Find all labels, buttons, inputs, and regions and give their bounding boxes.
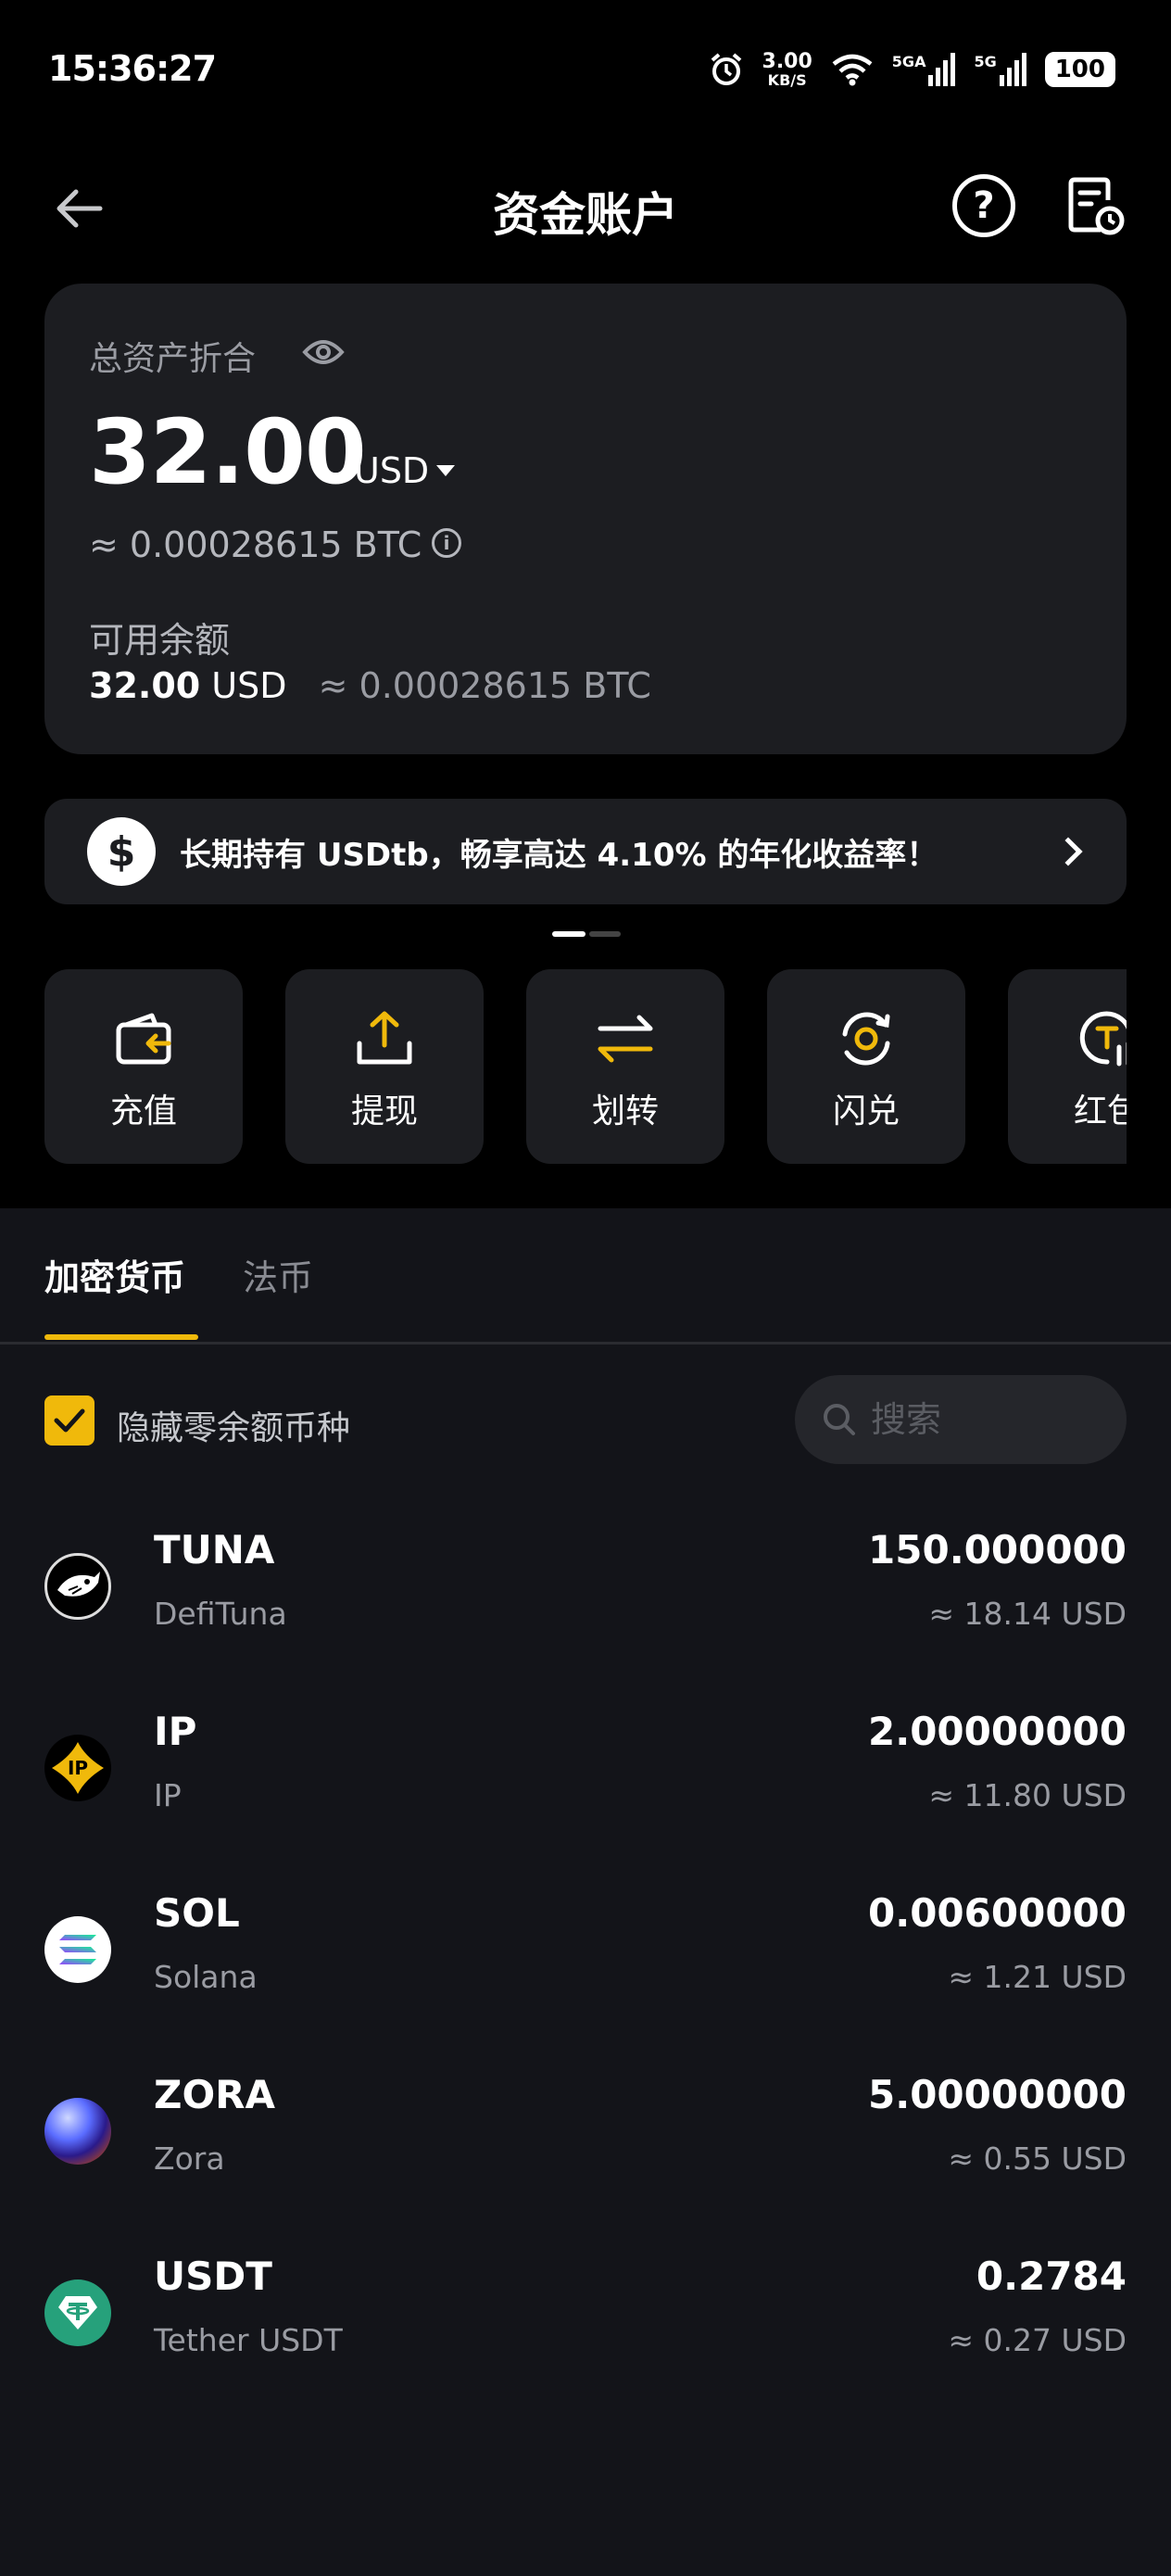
- history-button[interactable]: [1064, 174, 1127, 237]
- net-speed: 3.00 KB/S: [762, 49, 812, 89]
- available-balance: 32.00 USD ≈ 0.00028615 BTC: [89, 665, 651, 706]
- total-assets-label: 总资产折合: [89, 340, 257, 378]
- currency-select[interactable]: USD: [354, 450, 456, 491]
- promo-text: 长期持有 USDtb，畅享高达 4.10% 的年化收益率！: [180, 836, 938, 874]
- search-icon: [824, 1404, 855, 1435]
- asset-row-sol[interactable]: SOL Solana 0.00600000 ≈ 1.21 USD: [0, 1890, 1171, 2072]
- signal-5ga-icon: 5GA: [892, 53, 956, 86]
- asset-usd-value: ≈ 0.27 USD: [948, 2322, 1127, 2358]
- status-time: 15:36:27: [48, 48, 217, 89]
- red-packet-label: 红包: [1073, 1092, 1127, 1130]
- asset-usd-value: ≈ 11.80 USD: [928, 1777, 1127, 1813]
- transfer-label: 划转: [591, 1092, 659, 1130]
- deposit-label: 充值: [109, 1092, 177, 1130]
- info-icon[interactable]: i: [432, 528, 461, 558]
- red-packet-icon: [1079, 1011, 1127, 1067]
- convert-icon: [842, 1012, 890, 1066]
- asset-name: Tether USDT: [154, 2322, 343, 2358]
- asset-symbol: USDT: [154, 2254, 272, 2299]
- asset-row-zora[interactable]: ZORA Zora 5.00000000 ≈ 0.55 USD: [0, 2072, 1171, 2254]
- eye-icon[interactable]: [302, 335, 345, 369]
- tether-logo-icon: [44, 2279, 111, 2346]
- asset-amount: 0.2784: [976, 2254, 1127, 2299]
- currency-label: USD: [354, 450, 430, 491]
- asset-amount: 150.000000: [868, 1527, 1127, 1572]
- caret-down-icon: [436, 465, 456, 476]
- asset-amount: 5.00000000: [868, 2072, 1127, 2117]
- battery-icon: 100: [1044, 52, 1115, 87]
- search-input[interactable]: [871, 1399, 1102, 1440]
- search-box[interactable]: [795, 1375, 1127, 1464]
- asset-name: IP: [154, 1777, 182, 1813]
- svg-text:IP: IP: [68, 1757, 88, 1779]
- record-clock-icon: [1068, 177, 1125, 235]
- withdraw-label: 提现: [350, 1092, 418, 1130]
- red-packet-button[interactable]: 红包: [1008, 969, 1127, 1164]
- chevron-right-icon: [1053, 837, 1083, 866]
- ip-logo-icon: IP: [44, 1735, 111, 1801]
- help-button[interactable]: ?: [952, 174, 1015, 237]
- asset-symbol: ZORA: [154, 2072, 276, 2117]
- withdraw-button[interactable]: 提现: [285, 969, 484, 1164]
- alarm-icon: [711, 53, 741, 85]
- quick-actions: 充值 提现 划转 闪兑 红包: [44, 969, 1127, 1164]
- promo-banner[interactable]: $ 长期持有 USDtb，畅享高达 4.10% 的年化收益率！: [44, 799, 1127, 904]
- asset-amount: 0.00600000: [868, 1890, 1127, 1936]
- hide-zero-label: 隐藏零余额币种: [117, 1409, 351, 1447]
- zora-logo-icon: [44, 2098, 111, 2165]
- question-icon: ?: [973, 184, 995, 227]
- active-tab-indicator: [44, 1334, 198, 1340]
- hide-zero-checkbox[interactable]: [44, 1395, 94, 1446]
- asset-usd-value: ≈ 18.14 USD: [928, 1596, 1127, 1632]
- solana-logo-icon: [44, 1916, 111, 1983]
- total-balance: 32.00: [89, 400, 367, 504]
- divider: [0, 1342, 1171, 1345]
- asset-row-usdt[interactable]: USDT Tether USDT 0.2784 ≈ 0.27 USD: [0, 2254, 1171, 2435]
- available-balance-label: 可用余额: [89, 620, 231, 661]
- deposit-icon: [116, 1013, 171, 1065]
- asset-row-tuna[interactable]: TUNA DefiTuna 150.000000 ≈ 18.14 USD: [0, 1527, 1171, 1709]
- withdraw-icon: [357, 1011, 412, 1065]
- asset-usd-value: ≈ 1.21 USD: [948, 1959, 1127, 1995]
- asset-name: Zora: [154, 2140, 225, 2177]
- dollar-coin-icon: $: [87, 817, 156, 886]
- tab-fiat[interactable]: 法币: [243, 1249, 313, 1300]
- asset-name: Solana: [154, 1959, 258, 1995]
- btc-equivalent: ≈ 0.00028615 BTC: [89, 524, 422, 565]
- transfer-button[interactable]: 划转: [526, 969, 724, 1164]
- tab-crypto[interactable]: 加密货币: [44, 1249, 185, 1300]
- signal-5g-icon: 5G: [974, 53, 1026, 86]
- asset-usd-value: ≈ 0.55 USD: [948, 2140, 1127, 2177]
- wifi-icon: [832, 54, 873, 86]
- carousel-indicator: [552, 931, 621, 937]
- deposit-button[interactable]: 充值: [44, 969, 243, 1164]
- asset-amount: 2.00000000: [868, 1709, 1127, 1754]
- check-icon: [54, 1408, 85, 1433]
- tuna-logo-icon: [44, 1553, 111, 1620]
- convert-button[interactable]: 闪兑: [767, 969, 965, 1164]
- asset-name: DefiTuna: [154, 1596, 287, 1632]
- convert-label: 闪兑: [832, 1092, 900, 1130]
- asset-symbol: TUNA: [154, 1527, 275, 1572]
- asset-symbol: IP: [154, 1709, 197, 1754]
- asset-symbol: SOL: [154, 1890, 240, 1936]
- status-icons: 3.00 KB/S 5GA 5G 100: [709, 48, 1115, 91]
- asset-row-ip[interactable]: IP IP IP 2.00000000 ≈ 11.80 USD: [0, 1709, 1171, 1890]
- transfer-icon: [598, 1015, 653, 1063]
